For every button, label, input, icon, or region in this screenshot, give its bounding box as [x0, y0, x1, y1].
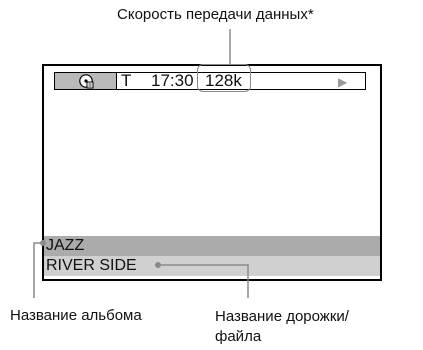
album-name: JAZZ [46, 237, 85, 254]
bitrate-highlight-box [197, 64, 251, 92]
album-name-bar: JAZZ [44, 236, 380, 256]
bitrate-callout-label: Скорость передачи данных* [117, 6, 314, 23]
play-triangle-icon: ▶ [338, 75, 348, 89]
album-callout-label: Название альбома [10, 307, 142, 324]
album-leader-line [33, 242, 41, 298]
display-screen: T 17:30 128k ▶ JAZZ RIVER SIDE [42, 64, 382, 281]
track-callout-label: Название дорожки/ файла [215, 307, 349, 347]
elapsed-time: 17:30 [151, 71, 194, 90]
track-callout-line1: Название дорожки/ [215, 308, 349, 325]
disc-icon-cell [55, 73, 117, 89]
disc-icon [79, 74, 94, 89]
track-name-bar: RIVER SIDE [44, 256, 380, 276]
track-callout-line2: файла [215, 328, 262, 345]
mode-indicator: T [121, 71, 132, 90]
track-name: RIVER SIDE [46, 257, 137, 274]
